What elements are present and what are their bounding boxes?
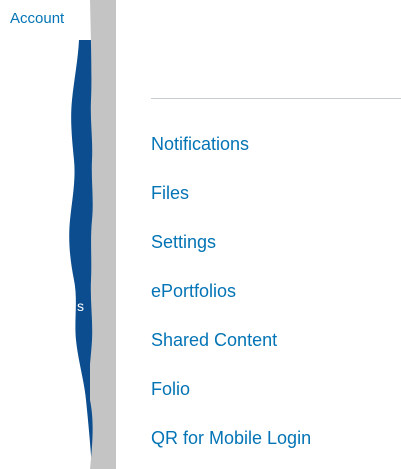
nav-item-partial-label: s (77, 298, 84, 314)
list-item: Folio (151, 365, 311, 414)
global-nav-strip (69, 40, 100, 469)
account-tray-screen: Account s Notifications Files Settings e… (0, 0, 401, 469)
tray-edge-scrollbar[interactable] (90, 0, 116, 469)
qr-mobile-login-link[interactable]: QR for Mobile Login (151, 414, 311, 449)
tray-divider (151, 98, 401, 99)
list-item: Settings (151, 218, 311, 267)
nav-account-link[interactable]: Account (10, 10, 64, 28)
list-item: Shared Content (151, 316, 311, 365)
settings-link[interactable]: Settings (151, 218, 216, 253)
eportfolios-link[interactable]: ePortfolios (151, 267, 236, 302)
files-link[interactable]: Files (151, 169, 189, 204)
account-tray-links: Notifications Files Settings ePortfolios… (151, 120, 311, 463)
list-item: Files (151, 169, 311, 218)
folio-link[interactable]: Folio (151, 365, 190, 400)
list-item: Notifications (151, 120, 311, 169)
list-item: QR for Mobile Login (151, 414, 311, 463)
notifications-link[interactable]: Notifications (151, 120, 249, 155)
shared-content-link[interactable]: Shared Content (151, 316, 277, 351)
list-item: ePortfolios (151, 267, 311, 316)
